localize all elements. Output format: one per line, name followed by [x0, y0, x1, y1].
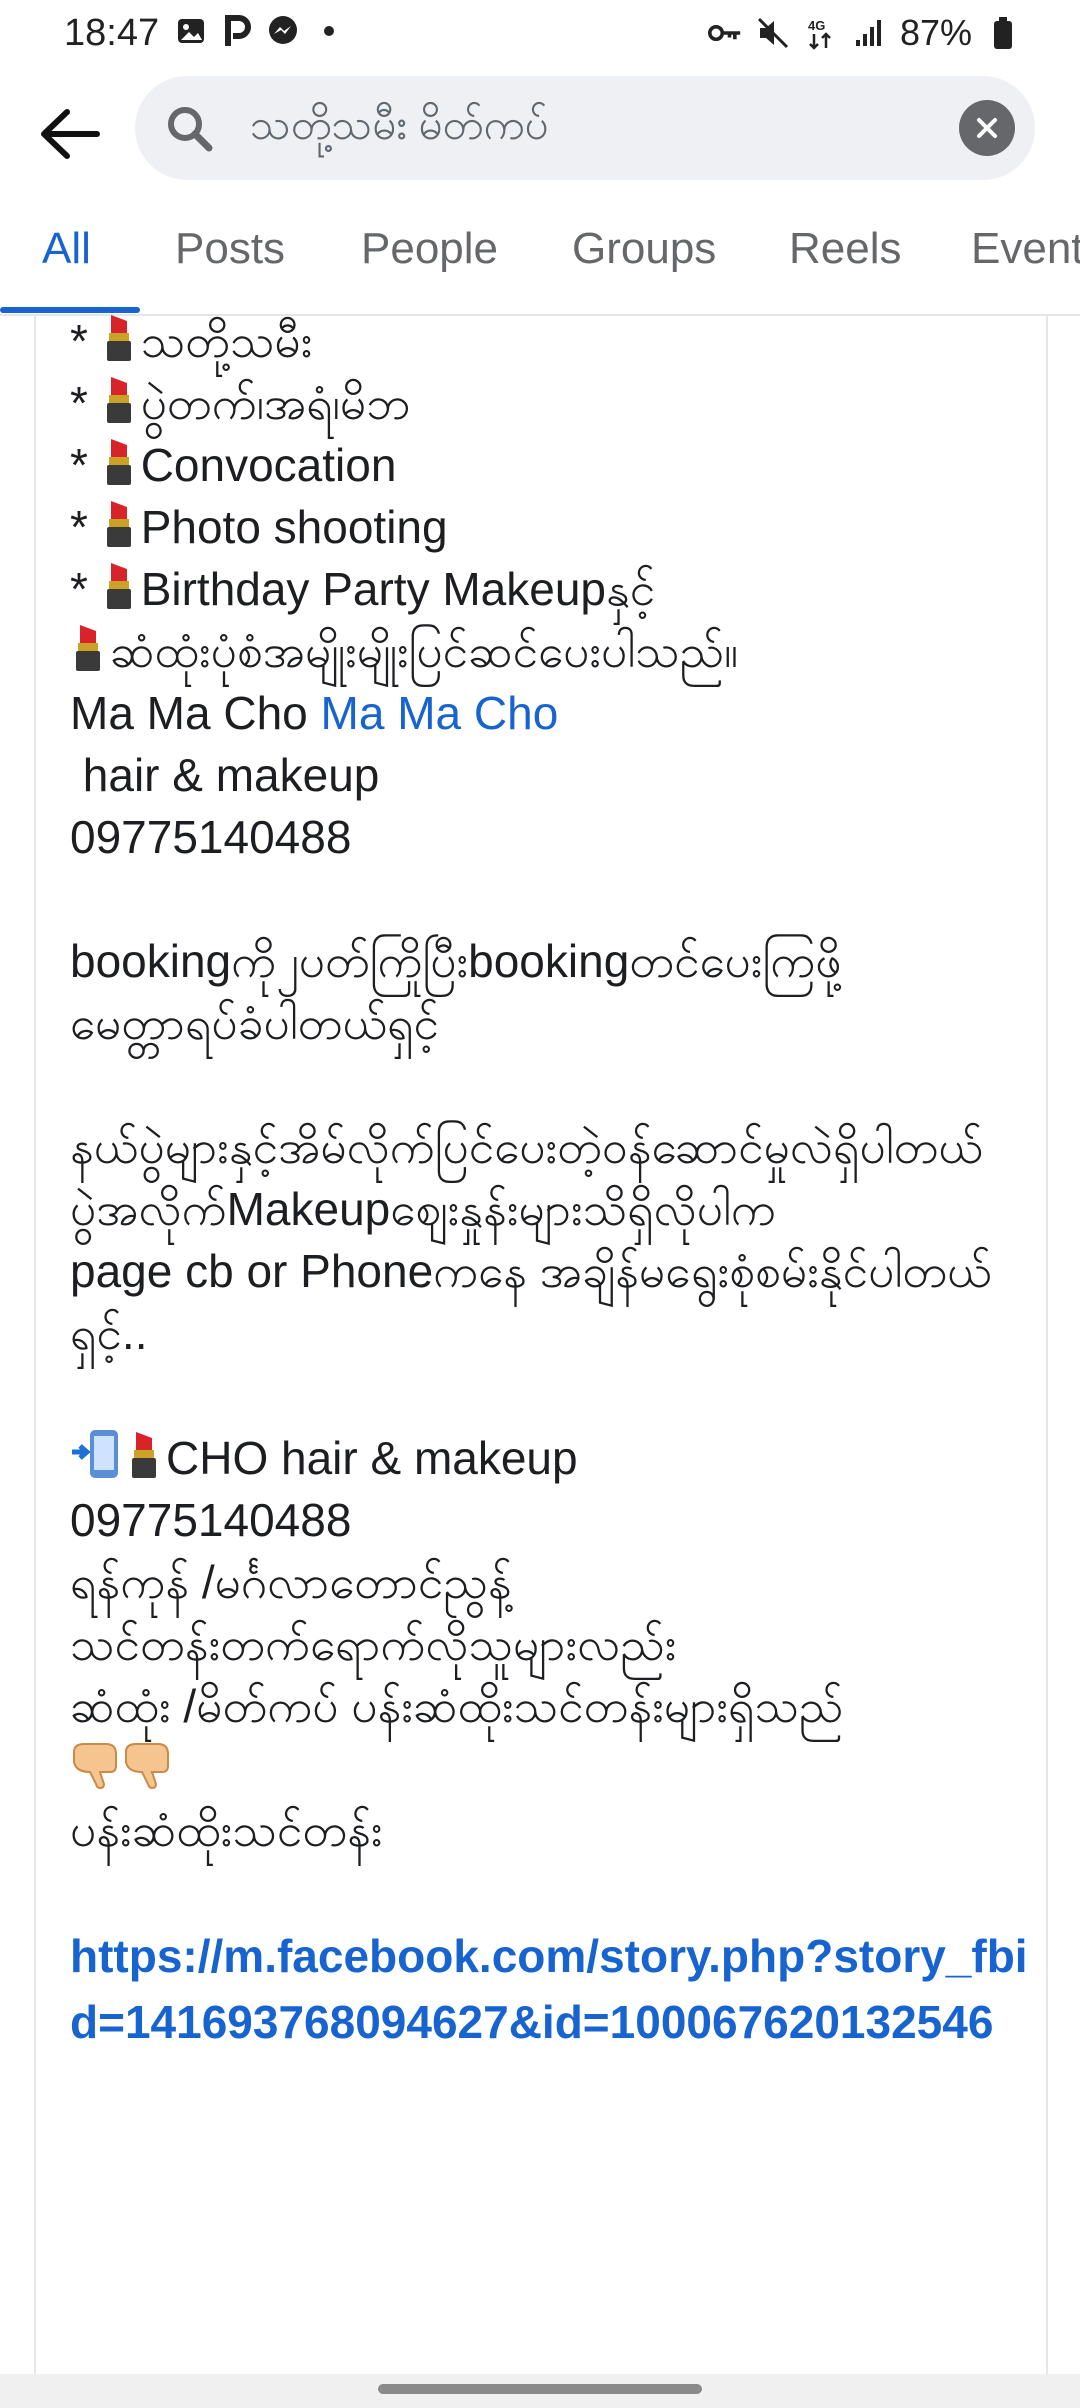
search-header: သတို့သမီး မိတ်ကပ်: [0, 72, 1080, 192]
hair-makeup-line: hair & makeup: [70, 749, 380, 801]
back-button[interactable]: [30, 94, 110, 174]
course-title: ပန်းဆံထိုးသင်တန်း: [70, 1804, 383, 1856]
svg-text:4G: 4G: [808, 18, 825, 33]
clear-search-button[interactable]: [959, 100, 1015, 156]
tab-events[interactable]: Events: [971, 224, 1080, 274]
location-text: ရန်ကုန် /မင်္ဂလာတောင်ညွန့်: [70, 1556, 512, 1608]
tab-all[interactable]: All: [42, 224, 91, 274]
service-line: * Convocation: [70, 434, 1030, 496]
lipstick-icon: [106, 315, 131, 361]
training-text: သင်တန်းတက်ရောက်လိုသူများလည်း: [70, 1618, 677, 1670]
lipstick-icon: [106, 377, 131, 423]
system-icons: 4G 87%: [707, 12, 1020, 54]
author-line: Ma Ma Cho Ma Ma Cho: [70, 687, 559, 739]
brand-line: CHO hair & makeup: [70, 1426, 1030, 1489]
service-line: * သတို့သမီး: [70, 310, 1030, 372]
network-4g-icon: 4G: [804, 16, 838, 50]
home-gesture-handle[interactable]: [378, 2384, 702, 2394]
status-time: 18:47: [64, 12, 160, 54]
lipstick-icon: [106, 501, 131, 547]
booking-text: bookingကို၂ပတ်ကြိုပြီးbookingတင်ပေးကြဖို…: [70, 935, 842, 1049]
service-line: * Birthday Party Makeupနှင့်: [70, 558, 1030, 620]
price-text: ပွဲအလိုက်Makeupဈေးနှုန်းများသိရှိလိုပါက: [70, 1183, 776, 1235]
battery-icon: [986, 16, 1020, 50]
author-mention-link[interactable]: Ma Ma Cho: [321, 687, 559, 739]
search-query: သတို့သမီး မိတ်ကပ်: [250, 101, 549, 148]
phone-number: 09775140488: [70, 811, 352, 863]
battery-percent: 87%: [899, 12, 972, 53]
tab-people[interactable]: People: [361, 224, 498, 274]
post-text: * သတို့သမီး * ပွဲတက်၊အရံ၊မိဘ * Convocati…: [70, 310, 1030, 2055]
contact-text: page cb or Phoneကနေ အချိန်မရွေးစုံစမ်းနိ…: [70, 1245, 992, 1359]
messenger-icon: [266, 14, 300, 48]
tab-groups[interactable]: Groups: [572, 224, 716, 274]
gallery-icon: [174, 14, 208, 48]
service-line: * Photo shooting: [70, 496, 1030, 558]
mute-icon: [756, 16, 790, 50]
pointing-hands: [70, 1737, 1030, 1799]
lipstick-icon: [76, 625, 100, 671]
key-icon: [707, 16, 742, 50]
wedding-service-text: နယ်ပွဲများနှင့်အိမ်လိုက်ပြင်ပေးတဲ့ဝန်ဆော…: [70, 1121, 984, 1173]
story-link[interactable]: https://m.facebook.com/story.php?story_f…: [70, 1923, 1030, 2055]
dot-icon: [312, 14, 346, 48]
phone-number: 09775140488: [70, 1494, 352, 1546]
service-line: ဆံထုံးပုံစံအမျိုးမျိုးပြင်ဆင်ပေးပါသည်။: [70, 620, 1030, 682]
tab-posts[interactable]: Posts: [175, 224, 285, 274]
courses-text: ဆံထုံး /မိတ်ကပ် ပန်းဆံထိုးသင်တန်းများရှိ…: [70, 1680, 844, 1732]
p-app-icon: [220, 14, 254, 48]
backhand-index-pointing-down-icon: [73, 1743, 117, 1790]
post-card: * သတို့သမီး * ပွဲတက်၊အရံ၊မိဘ * Convocati…: [34, 314, 1048, 2374]
status-bar: 18:47 4G 87%: [0, 0, 1080, 72]
signal-icon: [852, 16, 886, 50]
backhand-index-pointing-down-icon: [125, 1743, 169, 1790]
search-icon: [168, 107, 213, 152]
mobile-phone-arrow-icon: [72, 1430, 118, 1478]
back-arrow-icon: [41, 109, 100, 159]
navigation-bar: [0, 2374, 1080, 2408]
tab-reels[interactable]: Reels: [789, 224, 902, 274]
search-filter-tabs: All Posts People Groups Reels Events: [0, 200, 1080, 316]
service-line: * ပွဲတက်၊အရံ၊မိဘ: [70, 372, 1030, 434]
lipstick-icon: [132, 1432, 156, 1478]
close-icon: [977, 118, 997, 138]
notification-icons: [174, 14, 346, 48]
search-input[interactable]: သတို့သမီး မိတ်ကပ်: [135, 76, 1035, 180]
lipstick-icon: [106, 563, 131, 609]
lipstick-icon: [106, 439, 131, 485]
